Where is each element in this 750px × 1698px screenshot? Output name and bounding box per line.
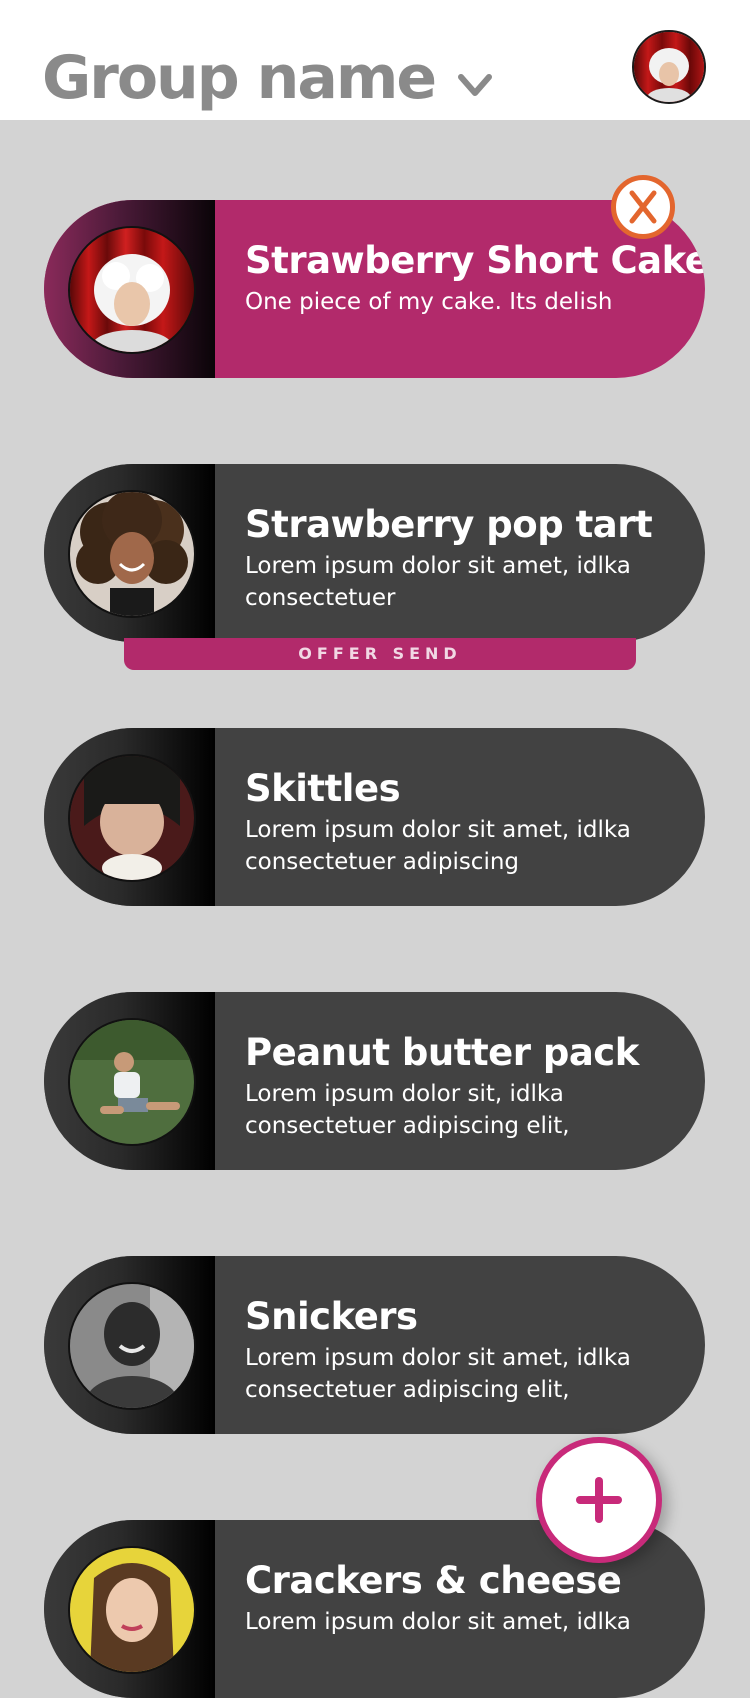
chevron-down-icon bbox=[458, 74, 493, 96]
close-button[interactable] bbox=[611, 175, 675, 239]
card-text: Strawberry pop tart Lorem ipsum dolor si… bbox=[245, 502, 665, 614]
close-icon bbox=[629, 190, 657, 224]
card-description: Lorem ipsum dolor sit, idlka consectetue… bbox=[245, 1081, 570, 1139]
card-text: Peanut butter pack Lorem ipsum dolor sit… bbox=[245, 1030, 665, 1142]
card-avatar bbox=[68, 754, 196, 882]
card-photo-panel bbox=[44, 728, 215, 906]
avatar-photo bbox=[634, 32, 704, 102]
card-text: Skittles Lorem ipsum dolor sit amet, idl… bbox=[245, 766, 665, 878]
card-description: Lorem ipsum dolor sit amet, idlka consec… bbox=[245, 553, 631, 611]
card-title: Crackers & cheese bbox=[245, 1559, 622, 1602]
card-title: Peanut butter pack bbox=[245, 1031, 639, 1074]
card-title: Snickers bbox=[245, 1295, 418, 1338]
app-header: Group name bbox=[0, 0, 750, 120]
chat-card-strawberry-short-cake[interactable]: Strawberry Short Cake One piece of my ca… bbox=[44, 200, 705, 378]
card-photo-panel bbox=[44, 1256, 215, 1434]
chat-card-skittles[interactable]: Skittles Lorem ipsum dolor sit amet, idl… bbox=[44, 728, 705, 906]
card-avatar bbox=[68, 226, 196, 354]
plus-icon bbox=[576, 1477, 622, 1523]
offer-send-banner: OFFER SEND bbox=[124, 638, 636, 670]
card-photo-panel bbox=[44, 1520, 215, 1698]
chat-card-strawberry-pop-tart[interactable]: Strawberry pop tart Lorem ipsum dolor si… bbox=[44, 464, 705, 642]
card-text: Strawberry Short Cake One piece of my ca… bbox=[245, 238, 705, 318]
card-description: Lorem ipsum dolor sit amet, idlka consec… bbox=[245, 817, 631, 875]
card-photo-panel bbox=[44, 464, 215, 642]
card-title: Strawberry Short Cake bbox=[245, 239, 705, 282]
group-name-dropdown[interactable]: Group name bbox=[42, 38, 495, 118]
chat-card-snickers[interactable]: Snickers Lorem ipsum dolor sit amet, idl… bbox=[44, 1256, 705, 1434]
card-avatar bbox=[68, 1546, 196, 1674]
add-button[interactable] bbox=[536, 1437, 662, 1563]
card-description: Lorem ipsum dolor sit amet, idlka bbox=[245, 1609, 631, 1635]
card-title: Skittles bbox=[245, 767, 401, 810]
chat-card-peanut-butter-pack[interactable]: Peanut butter pack Lorem ipsum dolor sit… bbox=[44, 992, 705, 1170]
user-avatar[interactable] bbox=[632, 30, 706, 104]
card-title: Strawberry pop tart bbox=[245, 503, 653, 546]
card-avatar bbox=[68, 490, 196, 618]
card-photo-panel bbox=[44, 200, 215, 378]
card-description: Lorem ipsum dolor sit amet, idlka consec… bbox=[245, 1345, 631, 1403]
card-description: One piece of my cake. Its delish bbox=[245, 289, 613, 315]
card-text: Crackers & cheese Lorem ipsum dolor sit … bbox=[245, 1558, 665, 1638]
card-avatar bbox=[68, 1282, 196, 1410]
group-name-title: Group name bbox=[42, 43, 437, 113]
card-photo-panel bbox=[44, 992, 215, 1170]
card-text: Snickers Lorem ipsum dolor sit amet, idl… bbox=[245, 1294, 665, 1406]
card-avatar bbox=[68, 1018, 196, 1146]
